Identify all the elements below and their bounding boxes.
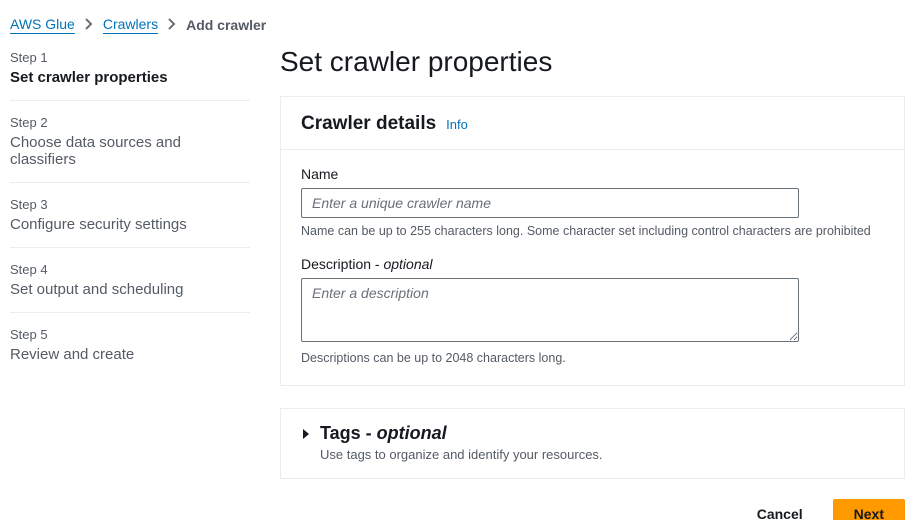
description-label-optional: optional: [383, 256, 432, 272]
tags-subtitle: Use tags to organize and identify your r…: [320, 447, 603, 462]
wizard-step-title: Choose data sources and classifiers: [10, 134, 250, 168]
main-content: Set crawler properties Crawler details I…: [280, 46, 915, 520]
name-field: Name Name can be up to 255 characters lo…: [301, 166, 884, 238]
tags-panel[interactable]: Tags - optional Use tags to organize and…: [280, 408, 905, 479]
description-field: Description - optional Descriptions can …: [301, 256, 884, 365]
panel-body: Name Name can be up to 255 characters lo…: [281, 150, 904, 385]
description-input[interactable]: [301, 278, 799, 342]
wizard-step-label: Step 2: [10, 115, 250, 130]
caret-right-icon: [301, 427, 311, 443]
wizard-step-title: Review and create: [10, 346, 250, 363]
tags-title-text: Tags -: [320, 423, 377, 443]
name-hint: Name can be up to 255 characters long. S…: [301, 224, 884, 238]
wizard-step-1[interactable]: Step 1 Set crawler properties: [10, 50, 250, 101]
description-label: Description - optional: [301, 256, 884, 272]
spacer: [701, 501, 727, 520]
wizard-step-label: Step 4: [10, 262, 250, 277]
next-button[interactable]: Next: [833, 499, 905, 520]
crawler-details-panel: Crawler details Info Name Name can be up…: [280, 96, 905, 386]
wizard-step-5[interactable]: Step 5 Review and create: [10, 313, 250, 377]
wizard-step-label: Step 3: [10, 197, 250, 212]
cancel-button[interactable]: Cancel: [737, 500, 823, 520]
chevron-right-icon: [168, 17, 176, 33]
panel-title: Crawler details: [301, 113, 436, 135]
wizard-step-title: Set output and scheduling: [10, 281, 250, 298]
description-label-text: Description -: [301, 256, 383, 272]
breadcrumb-crawlers[interactable]: Crawlers: [103, 16, 158, 34]
chevron-right-icon: [85, 17, 93, 33]
tags-panel-header: Tags - optional Use tags to organize and…: [301, 423, 884, 462]
panel-header: Crawler details Info: [281, 97, 904, 150]
breadcrumb: AWS Glue Crawlers Add crawler: [0, 0, 915, 40]
wizard-step-label: Step 5: [10, 327, 250, 342]
wizard-step-label: Step 1: [10, 50, 250, 65]
name-label: Name: [301, 166, 884, 182]
wizard-step-4[interactable]: Step 4 Set output and scheduling: [10, 248, 250, 313]
breadcrumb-current: Add crawler: [186, 17, 266, 33]
breadcrumb-aws-glue[interactable]: AWS Glue: [10, 16, 75, 34]
wizard-footer: Cancel Next: [280, 499, 905, 520]
description-hint: Descriptions can be up to 2048 character…: [301, 351, 884, 365]
tags-title: Tags - optional: [320, 423, 603, 444]
name-input[interactable]: [301, 188, 799, 218]
wizard-step-title: Configure security settings: [10, 216, 250, 233]
info-link[interactable]: Info: [446, 117, 468, 132]
wizard-step-2[interactable]: Step 2 Choose data sources and classifie…: [10, 101, 250, 183]
page-title: Set crawler properties: [280, 46, 905, 78]
wizard-step-title: Set crawler properties: [10, 69, 250, 86]
tags-title-optional: optional: [377, 423, 447, 443]
wizard-step-3[interactable]: Step 3 Configure security settings: [10, 183, 250, 248]
wizard-nav: Step 1 Set crawler properties Step 2 Cho…: [10, 46, 280, 377]
